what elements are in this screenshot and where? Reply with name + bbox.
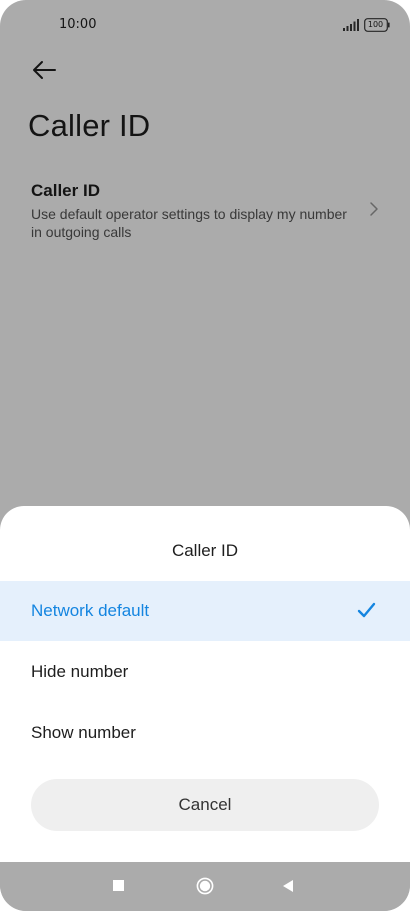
- check-icon: [357, 602, 376, 618]
- caller-id-bottom-sheet: Caller ID Network default Hide number Sh…: [0, 506, 410, 862]
- recents-square-icon[interactable]: [113, 880, 124, 891]
- sheet-title: Caller ID: [171, 541, 239, 560]
- option-hide-number[interactable]: Hide number: [0, 642, 410, 702]
- phone-screen: 10:00 100 Caller ID Caller ID Use defaul…: [0, 0, 410, 911]
- option-show-number[interactable]: Show number: [0, 703, 410, 763]
- option-label: Network default: [31, 601, 150, 620]
- option-network-default[interactable]: Network default: [0, 581, 410, 641]
- back-triangle-icon[interactable]: [282, 879, 294, 893]
- option-label: Hide number: [31, 662, 129, 681]
- cancel-button[interactable]: Cancel: [31, 779, 379, 831]
- navigation-bar: [0, 862, 410, 911]
- home-circle-icon[interactable]: [196, 877, 214, 895]
- option-label: Show number: [31, 723, 136, 742]
